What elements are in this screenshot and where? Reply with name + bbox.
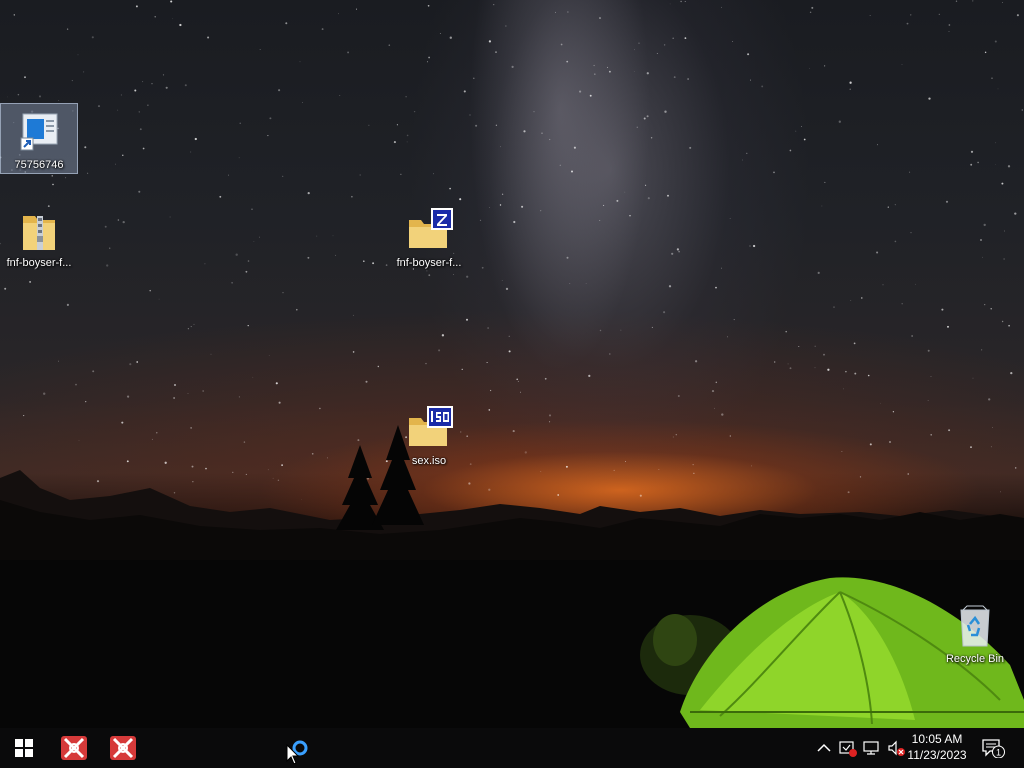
desktop-icon-75756746[interactable]: 75756746: [0, 103, 78, 174]
taskbar-pinned-app-1[interactable]: [50, 728, 98, 768]
desktop-icon-winzip-archive[interactable]: fnf-boyser-f...: [391, 202, 467, 270]
desktop-icon-label: fnf-boyser-f...: [6, 257, 72, 269]
app-red-x-icon: [61, 736, 87, 760]
notification-icon: 1: [982, 739, 1005, 759]
zip-folder-icon: [15, 206, 63, 254]
show-hidden-icons-button[interactable]: [814, 738, 834, 758]
security-alert-icon: [839, 741, 857, 757]
desktop-wallpaper: [0, 0, 1024, 728]
recycle-bin-icon: [951, 602, 999, 650]
tray-security-button[interactable]: [838, 738, 858, 758]
mouse-cursor: [286, 744, 300, 765]
desktop-icon-label: 75756746: [14, 159, 64, 171]
desktop-icon-label: sex.iso: [411, 455, 447, 467]
clock-time: 10:05 AM: [911, 732, 963, 746]
desktop-icon-zip-folder[interactable]: fnf-boyser-f...: [1, 202, 77, 270]
app-shortcut-icon: [15, 108, 63, 156]
wallpaper-landscape: [0, 425, 1024, 728]
desktop-icon-label: Recycle Bin: [945, 653, 1005, 665]
taskbar: 10:05 AM 11/23/2023 1: [0, 728, 1024, 768]
iso-file-icon: [405, 404, 453, 452]
desktop-icon-label: fnf-boyser-f...: [396, 257, 462, 269]
winzip-archive-icon: [405, 206, 453, 254]
desktop-icon-recycle-bin[interactable]: Recycle Bin: [937, 598, 1013, 666]
action-center-button[interactable]: 1: [982, 738, 1006, 759]
notification-count: 1: [996, 748, 1001, 758]
desktop-icon-sex-iso[interactable]: sex.iso: [391, 400, 467, 468]
taskbar-clock[interactable]: 10:05 AM 11/23/2023: [904, 731, 970, 765]
windows-logo-icon: [15, 739, 33, 757]
volume-muted-icon: [888, 740, 905, 756]
taskbar-pinned-app-2[interactable]: [99, 728, 147, 768]
tray-volume-button[interactable]: [886, 738, 906, 758]
network-icon: [863, 741, 879, 755]
tray-network-button[interactable]: [862, 738, 882, 758]
clock-date: 11/23/2023: [907, 748, 967, 762]
chevron-up-icon: [817, 743, 831, 752]
cortana-search-button[interactable]: [278, 728, 322, 768]
start-button[interactable]: [0, 728, 48, 768]
app-red-x-icon: [110, 736, 136, 760]
